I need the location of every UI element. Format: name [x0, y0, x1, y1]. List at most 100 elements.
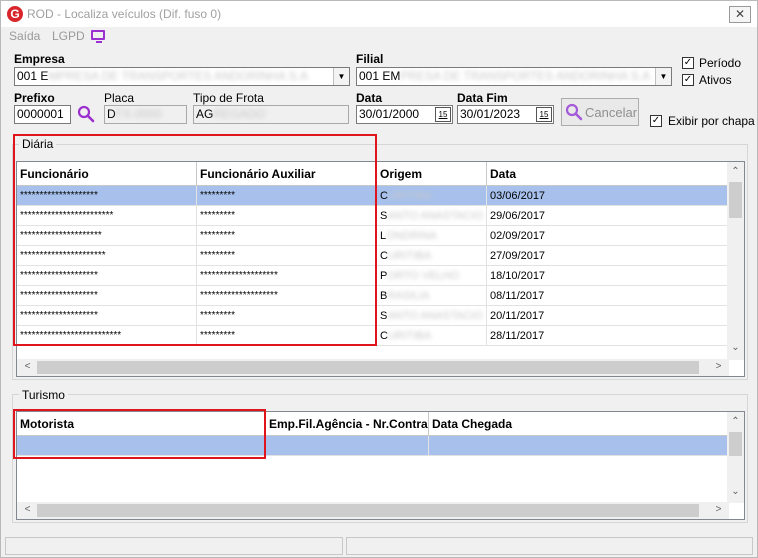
tipo-frota-label: Tipo de Frota [193, 91, 264, 105]
close-button[interactable]: ✕ [729, 6, 751, 23]
origem-value: C [380, 190, 388, 202]
monitor-icon[interactable] [91, 30, 105, 43]
window-title: ROD - Localiza veículos (Dif. fuso 0) [27, 7, 222, 21]
origem-blurred: ANTO ANASTACIO [387, 210, 483, 222]
cell-origem: CURITIBA [377, 246, 487, 266]
cell-data: 28/11/2017 [487, 326, 729, 346]
prefixo-input[interactable]: 0000001 [14, 105, 71, 124]
cell-data-chegada [429, 436, 729, 456]
highlight-box-turismo [13, 409, 266, 459]
title-bar: G ROD - Localiza veículos (Dif. fuso 0) … [1, 1, 757, 27]
cell-emp-fil-agencia [266, 436, 429, 456]
filial-value: 001 EM [359, 69, 401, 83]
cell-origem: PORTO VELHO [377, 266, 487, 286]
col-origem[interactable]: Origem [377, 162, 487, 186]
menu-bar: Saída LGPD [1, 27, 757, 45]
scroll-down-icon[interactable]: ⌄ [727, 486, 744, 497]
empresa-label: Empresa [14, 52, 65, 66]
cell-origem: SANTO ANASTACIO [377, 306, 487, 326]
cancel-label: Cancelar [585, 105, 638, 120]
ativos-checkbox[interactable]: ✓ [682, 74, 694, 86]
origem-blurred: URITIBA [387, 330, 432, 342]
scroll-up-icon[interactable]: ⌃ [727, 166, 744, 177]
periodo-checkbox[interactable]: ✓ [682, 57, 694, 69]
vertical-scrollbar[interactable]: ⌃ ⌄ [727, 412, 744, 503]
placa-blurred: FX-0000 [115, 107, 162, 121]
menu-saida[interactable]: Saída [9, 29, 40, 43]
turismo-title: Turismo [19, 388, 68, 402]
ativos-label: Ativos [699, 73, 732, 87]
tipo-frota-input: AGREGADO [193, 105, 349, 124]
status-panel [346, 537, 753, 555]
scroll-thumb[interactable] [729, 432, 742, 456]
search-icon[interactable] [77, 105, 95, 123]
placa-value: D [107, 107, 116, 121]
horizontal-scrollbar[interactable]: < > [17, 359, 729, 376]
origem-value: C [380, 250, 388, 262]
origem-value: C [380, 330, 388, 342]
cell-data: 29/06/2017 [487, 206, 729, 226]
empresa-value: 001 E [17, 69, 49, 83]
horizontal-scrollbar[interactable]: < > [17, 502, 729, 519]
tipo-frota-blurred: REGADO [213, 107, 266, 121]
data-fim-value: 30/01/2023 [460, 107, 521, 121]
col-emp-fil-agencia[interactable]: Emp.Fil.Agência - Nr.Contra... [266, 412, 429, 436]
data-label: Data [356, 91, 383, 105]
exibir-chapa-checkbox[interactable]: ✓ [650, 115, 662, 127]
scroll-left-icon[interactable]: < [19, 361, 36, 372]
filial-label: Filial [356, 52, 384, 66]
cell-data: 18/10/2017 [487, 266, 729, 286]
empresa-blurred: MPRESA DE TRANSPORTES ANDORINHA S.A [48, 69, 308, 83]
cell-data: 02/09/2017 [487, 226, 729, 246]
data-value: 30/01/2000 [359, 107, 420, 121]
origem-blurred: ORTO VELHO [387, 270, 460, 282]
data-input[interactable]: 30/01/2000 15 [356, 105, 453, 124]
filial-select[interactable]: 001 EMPRESA DE TRANSPORTES ANDORINHA S.A… [356, 67, 672, 86]
cell-data: 27/09/2017 [487, 246, 729, 266]
scroll-thumb[interactable] [729, 182, 742, 218]
chevron-down-icon[interactable]: ▼ [655, 68, 671, 85]
origem-blurred: ONDRINA [386, 230, 437, 242]
origem-blurred: RASILIA [387, 290, 430, 302]
calendar-icon[interactable]: 15 [435, 107, 451, 122]
scroll-right-icon[interactable]: > [710, 504, 727, 515]
scroll-down-icon[interactable]: ⌄ [727, 342, 744, 353]
chevron-down-icon[interactable]: ▼ [333, 68, 349, 85]
data-fim-label: Data Fim [457, 91, 508, 105]
exibir-chapa-label: Exibir por chapa [668, 114, 755, 128]
origem-blurred: URITIBA [387, 250, 432, 262]
menu-lgpd[interactable]: LGPD [52, 29, 85, 43]
cell-origem: CURITIBA [377, 326, 487, 346]
main-window: G ROD - Localiza veículos (Dif. fuso 0) … [0, 0, 758, 558]
scroll-left-icon[interactable]: < [19, 504, 36, 515]
search-icon [565, 103, 583, 121]
placa-input: DFX-0000 [104, 105, 187, 124]
status-bar [5, 537, 753, 555]
scroll-right-icon[interactable]: > [710, 361, 727, 372]
cell-data: 20/11/2017 [487, 306, 729, 326]
highlight-box-diaria [13, 134, 377, 346]
cell-data: 08/11/2017 [487, 286, 729, 306]
calendar-icon[interactable]: 15 [536, 107, 552, 122]
prefixo-label: Prefixo [14, 91, 55, 105]
data-fim-input[interactable]: 30/01/2023 15 [457, 105, 554, 124]
tipo-frota-value: AG [196, 107, 214, 121]
empresa-select[interactable]: 001 EMPRESA DE TRANSPORTES ANDORINHA S.A… [14, 67, 350, 86]
scroll-thumb[interactable] [37, 361, 699, 374]
app-logo-icon: G [7, 6, 23, 22]
col-data[interactable]: Data [487, 162, 729, 186]
cell-origem: SANTO ANASTACIO [377, 206, 487, 226]
cancel-button[interactable]: Cancelar [561, 98, 639, 126]
origem-blurred: ANTO ANASTACIO [387, 310, 483, 322]
scroll-thumb[interactable] [37, 504, 699, 517]
scroll-up-icon[interactable]: ⌃ [727, 416, 744, 427]
origem-blurred: URITIBA [387, 190, 432, 202]
vertical-scrollbar[interactable]: ⌃ ⌄ [727, 162, 744, 360]
placa-label: Placa [104, 91, 135, 105]
cell-data: 03/06/2017 [487, 186, 729, 206]
cell-origem: CURITIBA [377, 186, 487, 206]
col-data-chegada[interactable]: Data Chegada [429, 412, 729, 436]
periodo-label: Período [699, 56, 742, 70]
cell-origem: LONDRINA [377, 226, 487, 246]
cell-origem: BRASILIA [377, 286, 487, 306]
